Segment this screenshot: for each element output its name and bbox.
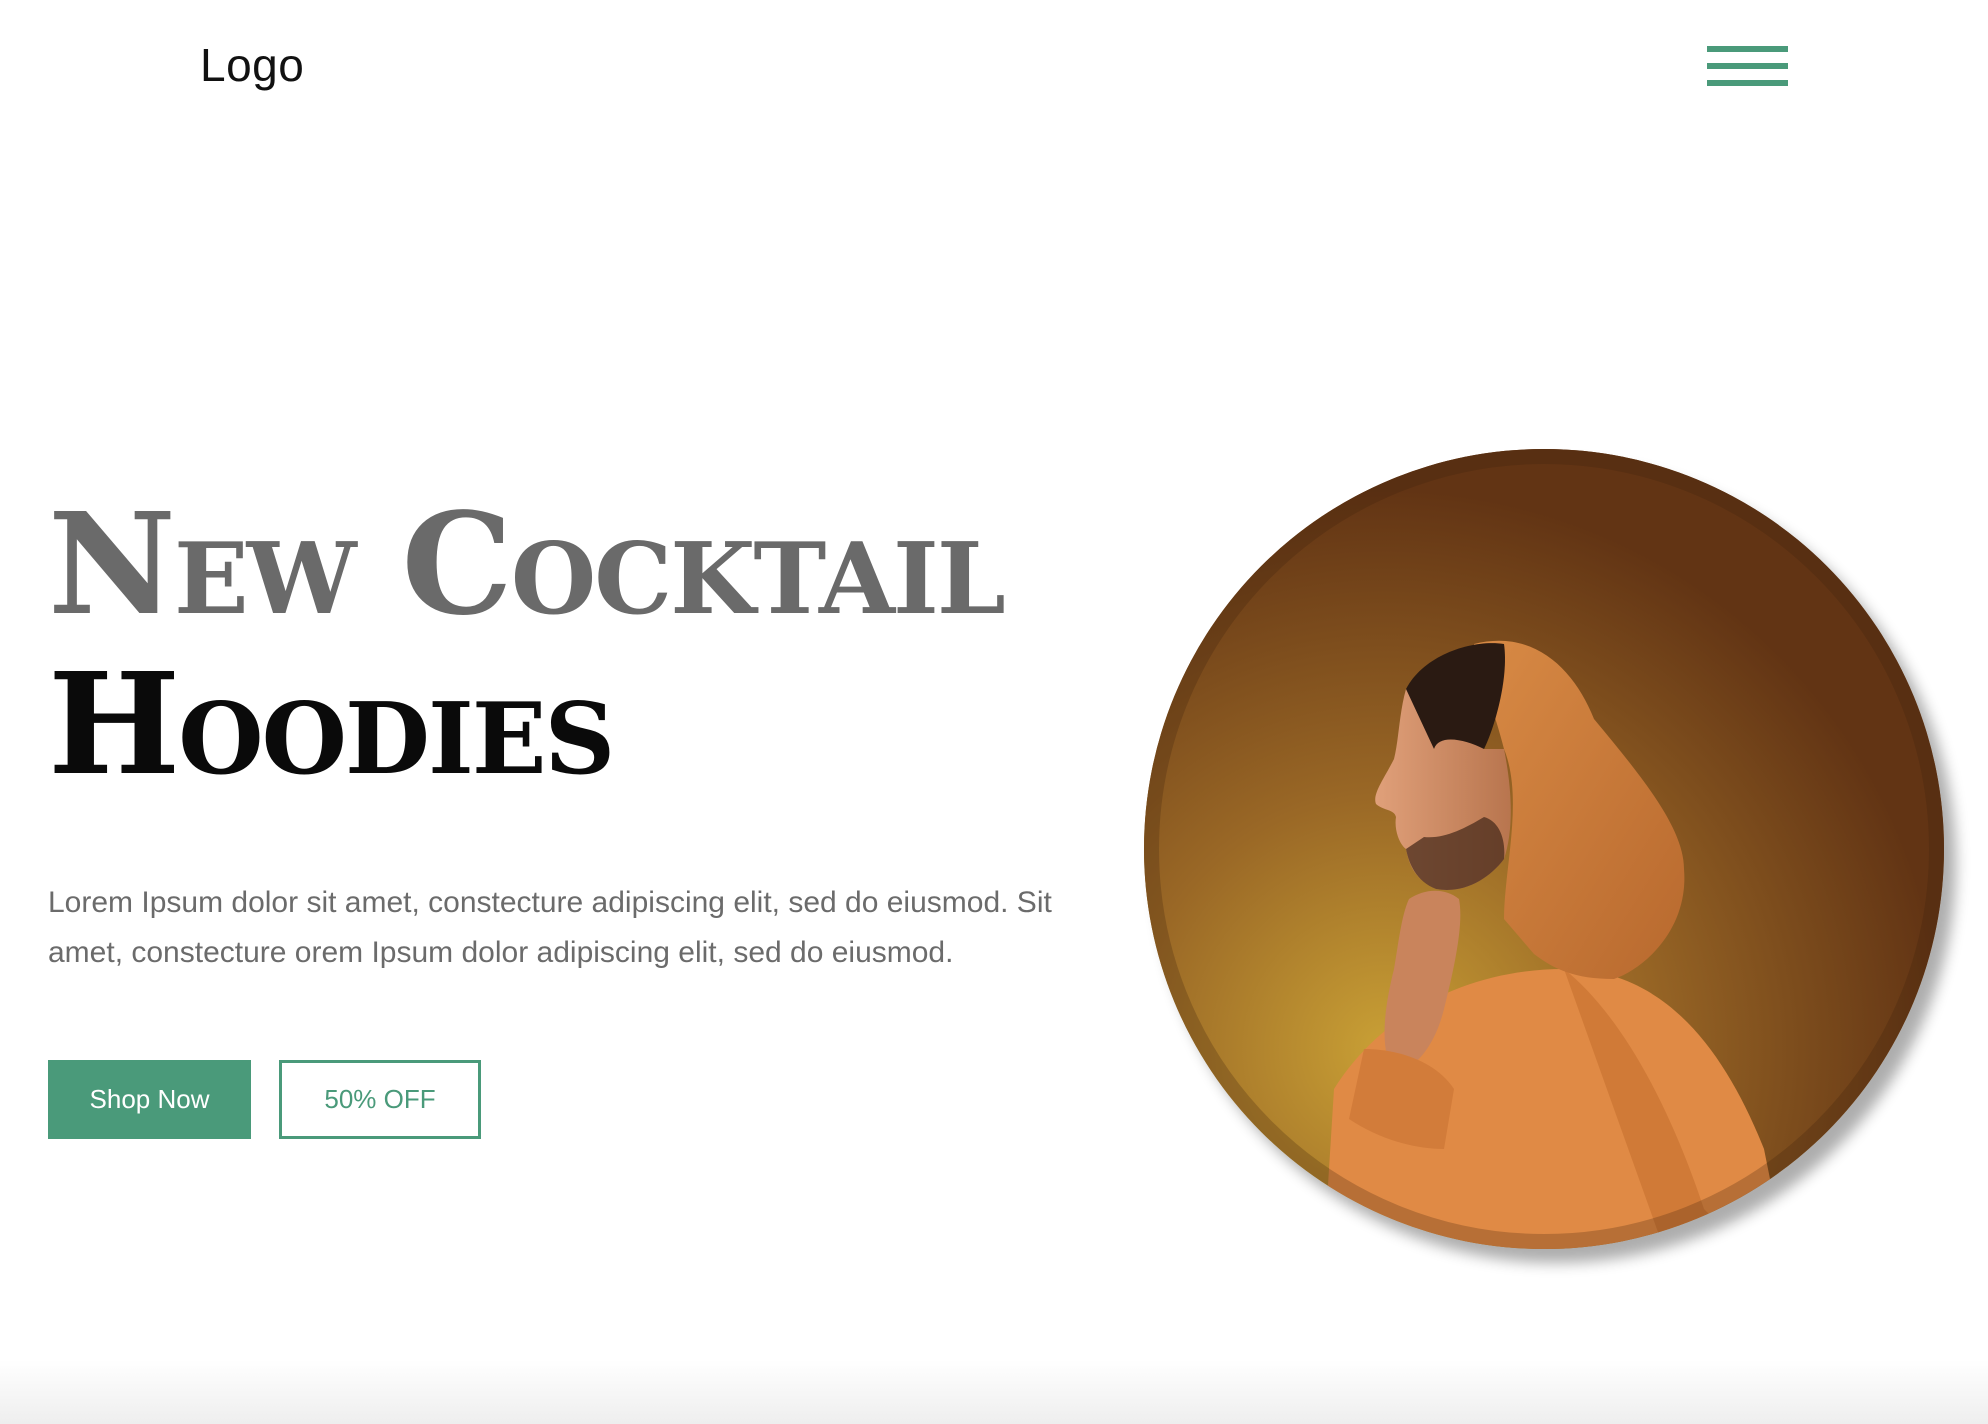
menu-bar xyxy=(1707,80,1788,86)
section-divider xyxy=(0,1360,1988,1424)
hamburger-menu-icon[interactable] xyxy=(1707,46,1788,88)
menu-bar xyxy=(1707,63,1788,69)
logo[interactable]: Logo xyxy=(200,38,304,92)
hero-description: Lorem Ipsum dolor sit amet, constecture … xyxy=(48,886,1052,969)
hero-image xyxy=(1144,449,1944,1249)
shop-now-button[interactable]: Shop Now xyxy=(48,1060,251,1139)
hero-headline: New Cocktail Hoodies xyxy=(48,483,1006,815)
hooded-man-illustration xyxy=(1144,449,1944,1249)
landing-page: Logo New Cocktail Hoodies Lorem Ipsum do… xyxy=(0,0,1988,1424)
headline-line-1: New Cocktail xyxy=(48,483,1006,647)
discount-button[interactable]: 50% OFF xyxy=(279,1060,481,1139)
headline-line-2: Hoodies xyxy=(48,643,615,807)
menu-bar xyxy=(1707,46,1788,52)
